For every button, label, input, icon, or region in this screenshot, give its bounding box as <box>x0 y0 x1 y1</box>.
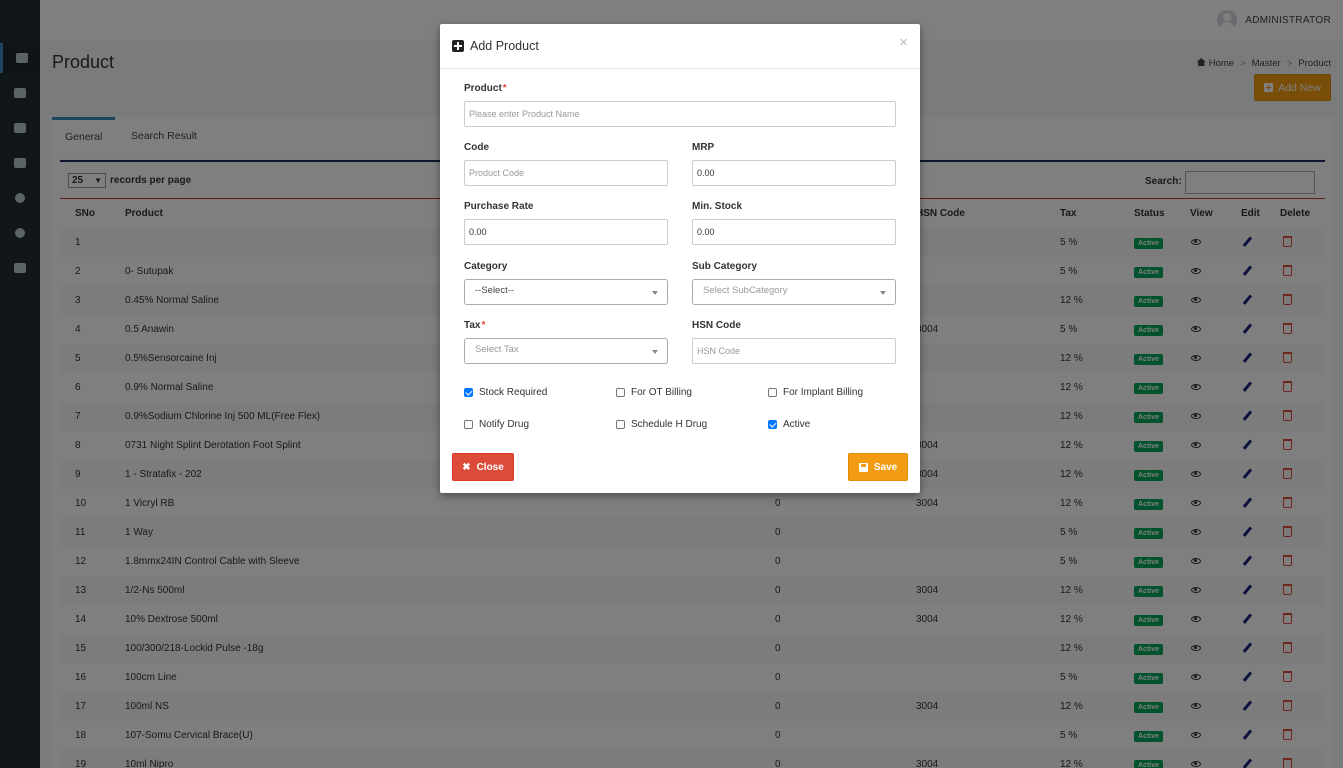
ot-billing-checkbox[interactable]: For OT Billing <box>616 387 692 398</box>
min-stock-label: Min. Stock <box>692 201 743 212</box>
active-checkbox[interactable]: Active <box>768 419 810 430</box>
purchase-rate-label: Purchase Rate <box>464 201 534 212</box>
product-code-input[interactable]: Product Code <box>464 160 668 186</box>
floppy-disk-icon <box>858 462 868 472</box>
min-stock-input[interactable]: 0.00 <box>692 219 896 245</box>
product-label: Product* <box>464 83 507 94</box>
sub-category-label: Sub Category <box>692 261 758 272</box>
mrp-label: MRP <box>692 142 715 153</box>
schedule-h-drug-checkbox[interactable]: Schedule H Drug <box>616 419 707 430</box>
required-mark: * <box>502 83 507 94</box>
code-label: Code <box>464 142 489 153</box>
modal-header: Add Product × <box>440 24 920 69</box>
modal-title: Add Product <box>452 39 539 53</box>
stock-required-checkbox[interactable]: Stock Required <box>464 387 547 398</box>
notify-drug-checkbox[interactable]: Notify Drug <box>464 419 529 430</box>
save-button[interactable]: Save <box>848 453 908 481</box>
checkbox-checked[interactable] <box>464 388 473 397</box>
checkbox-unchecked[interactable] <box>616 420 625 429</box>
hsn-code-input[interactable]: HSN Code <box>692 338 896 364</box>
close-button[interactable]: ✖ Close <box>452 453 514 481</box>
category-label: Category <box>464 261 508 272</box>
add-product-modal: Add Product × Product* Please enter Prod… <box>440 24 920 493</box>
checkbox-checked[interactable] <box>768 420 777 429</box>
checkbox-unchecked[interactable] <box>464 420 473 429</box>
hsn-code-label: HSN Code <box>692 320 741 331</box>
sub-category-select[interactable]: Select SubCategory <box>692 279 896 305</box>
required-mark: * <box>481 320 486 331</box>
category-select[interactable]: --Select-- <box>464 279 668 305</box>
checkbox-unchecked[interactable] <box>616 388 625 397</box>
product-name-input[interactable]: Please enter Product Name <box>464 101 896 127</box>
tax-label: Tax* <box>464 320 486 331</box>
close-icon[interactable]: × <box>899 34 908 51</box>
checkbox-unchecked[interactable] <box>768 388 777 397</box>
times-icon: ✖ <box>462 461 471 473</box>
implant-billing-checkbox[interactable]: For Implant Billing <box>768 387 863 398</box>
plus-square-icon <box>452 40 464 52</box>
tax-select[interactable]: Select Tax <box>464 338 668 364</box>
mrp-input[interactable]: 0.00 <box>692 160 896 186</box>
purchase-rate-input[interactable]: 0.00 <box>464 219 668 245</box>
